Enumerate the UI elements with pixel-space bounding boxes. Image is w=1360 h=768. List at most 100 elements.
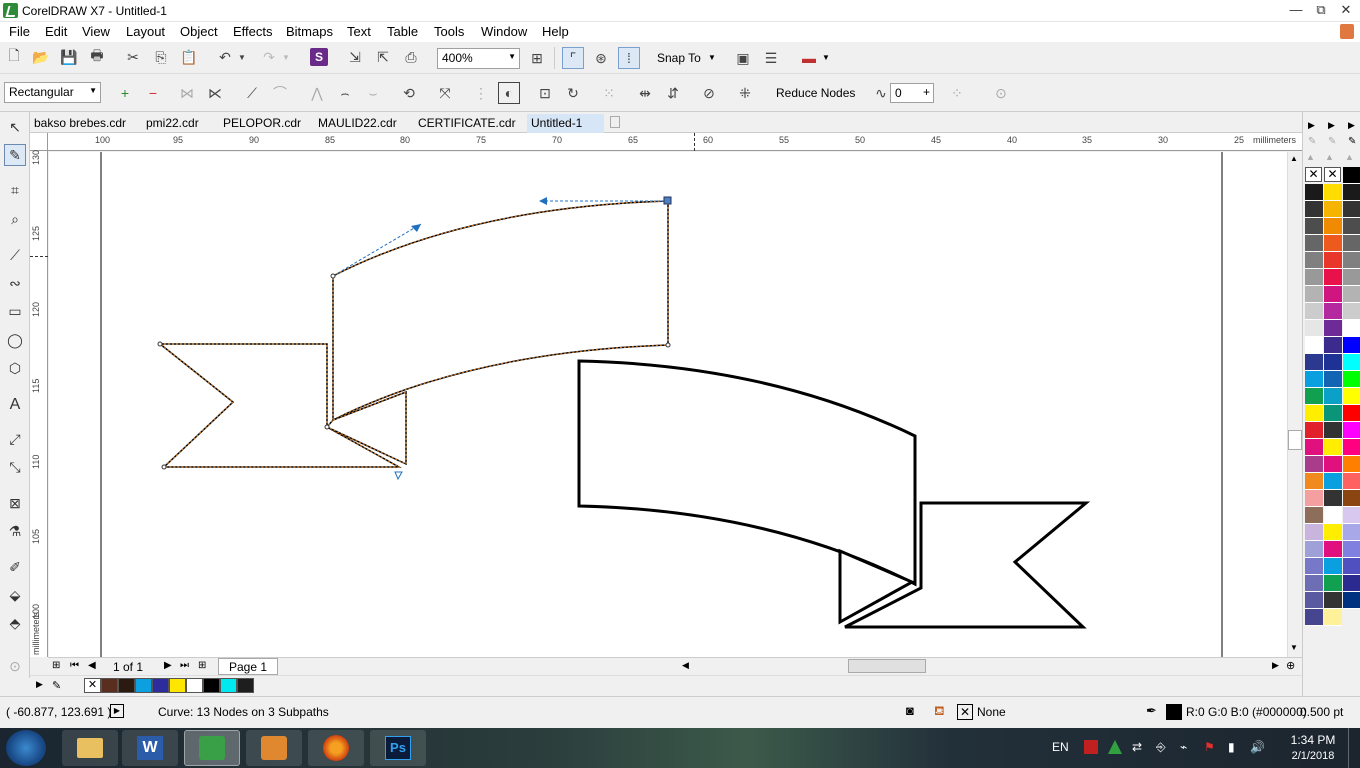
color-swatch[interactable] xyxy=(1343,507,1360,524)
color-swatch[interactable] xyxy=(1324,609,1342,626)
outline-pen-icon[interactable]: ✒ xyxy=(1146,703,1157,719)
palette-scroll-icon[interactable]: ▶ xyxy=(1308,120,1315,131)
volume-tray-icon[interactable]: 🔊 xyxy=(1250,740,1265,754)
options-icon[interactable]: ☰ xyxy=(760,47,782,69)
extend-curve-icon[interactable]: ⤧ xyxy=(434,82,456,104)
color-swatch[interactable] xyxy=(135,678,152,693)
color-swatch[interactable] xyxy=(1343,541,1360,558)
acrobat-tray-icon[interactable] xyxy=(1084,740,1098,754)
tab-maulid22[interactable]: MAULID22.cdr xyxy=(314,114,401,133)
text-tool-icon[interactable]: A xyxy=(4,394,26,416)
palette-scroll-icon[interactable]: ▶ xyxy=(1348,120,1355,131)
clock-date[interactable]: 2/1/2018 xyxy=(1284,750,1342,762)
clock-time[interactable]: 1:34 PM xyxy=(1288,733,1338,747)
node[interactable] xyxy=(324,424,330,430)
page-tab[interactable]: Page 1 xyxy=(218,658,279,675)
selection-mode-dropdown[interactable]: Rectangular ▼ xyxy=(4,82,101,103)
color-swatch[interactable] xyxy=(101,678,118,693)
menu-tools[interactable]: Tools xyxy=(434,24,464,39)
color-swatch[interactable] xyxy=(1343,490,1360,507)
color-swatch[interactable] xyxy=(1305,592,1323,609)
color-swatch[interactable] xyxy=(1305,507,1323,524)
color-swatch[interactable] xyxy=(152,678,169,693)
parallel-dimension-icon[interactable]: ⤢ xyxy=(4,428,26,450)
color-swatch[interactable] xyxy=(1343,422,1360,439)
color-swatch[interactable] xyxy=(1305,609,1323,626)
color-swatch[interactable] xyxy=(1324,218,1342,235)
corel-connect-icon[interactable]: S xyxy=(310,48,328,66)
ruler-origin[interactable] xyxy=(30,133,48,151)
menu-bitmaps[interactable]: Bitmaps xyxy=(286,24,333,39)
delete-node-icon[interactable]: − xyxy=(142,82,164,104)
crop-tool-icon[interactable]: ⌗ xyxy=(4,179,26,201)
color-swatch[interactable] xyxy=(1324,184,1342,201)
drop-shadow-icon[interactable]: ⊠ xyxy=(4,492,26,514)
start-button[interactable] xyxy=(6,730,46,766)
color-swatch[interactable] xyxy=(1324,354,1342,371)
symmetrical-node-icon[interactable]: ⌣ xyxy=(362,82,384,104)
scroll-up-icon[interactable]: ▲ xyxy=(1345,152,1354,162)
no-color-swatch[interactable]: ✕ xyxy=(1305,167,1322,182)
coreldraw-taskbar-button[interactable] xyxy=(184,730,240,766)
color-swatch[interactable] xyxy=(1305,235,1323,252)
tab-bakso-brebes[interactable]: bakso brebes.cdr xyxy=(30,114,130,133)
color-swatch[interactable] xyxy=(1305,575,1323,592)
redo-icon[interactable]: ↷ xyxy=(258,46,280,68)
scroll-left-icon[interactable]: ◀ xyxy=(682,660,689,671)
convert-to-line-icon[interactable]: ⟋ xyxy=(241,82,263,104)
palette-menu-icon[interactable]: ▶ xyxy=(36,679,43,690)
horizontal-ruler[interactable]: 100 95 90 85 80 75 70 65 60 55 50 45 40 … xyxy=(48,133,1302,151)
color-swatch[interactable] xyxy=(1343,354,1360,371)
color-swatch[interactable] xyxy=(1343,303,1360,320)
undo-dropdown-icon[interactable]: ▼ xyxy=(236,46,248,68)
full-screen-icon[interactable]: ⊞ xyxy=(526,47,548,69)
color-swatch[interactable] xyxy=(1343,286,1360,303)
menu-object[interactable]: Object xyxy=(180,24,218,39)
color-swatch[interactable] xyxy=(1324,405,1342,422)
color-swatch[interactable] xyxy=(1305,473,1323,490)
color-swatch[interactable] xyxy=(1305,405,1323,422)
last-page-icon[interactable]: ⏭ xyxy=(180,660,189,671)
color-swatch[interactable] xyxy=(1343,439,1360,456)
color-swatch[interactable] xyxy=(1305,320,1323,337)
fill-bucket-icon[interactable]: ⛾ xyxy=(934,703,945,721)
color-swatch[interactable] xyxy=(1343,592,1360,609)
zoom-tool-icon[interactable]: ⌕ xyxy=(4,208,26,230)
color-swatch[interactable] xyxy=(1324,439,1342,456)
color-swatch[interactable] xyxy=(1324,303,1342,320)
undo-icon[interactable]: ↶ xyxy=(214,46,236,68)
scroll-up-icon[interactable]: ▲ xyxy=(1290,154,1298,163)
menu-window[interactable]: Window xyxy=(481,24,527,39)
no-color-swatch[interactable]: ✕ xyxy=(84,678,101,693)
color-swatch[interactable] xyxy=(1343,456,1360,473)
ellipse-tool-icon[interactable]: ◯ xyxy=(4,329,26,351)
eyedropper-icon[interactable]: ✎ xyxy=(1348,136,1356,147)
align-nodes-icon[interactable]: ⁙ xyxy=(598,82,620,104)
color-swatch[interactable] xyxy=(1305,286,1323,303)
color-swatch[interactable] xyxy=(1343,473,1360,490)
cusp-node-icon[interactable]: ⋀ xyxy=(306,82,328,104)
outline-color-swatch[interactable] xyxy=(1166,704,1182,720)
close-curve-icon[interactable]: ◐ xyxy=(498,82,520,104)
mirror-vertical-icon[interactable]: ⇵ xyxy=(662,82,684,104)
color-swatch[interactable] xyxy=(1324,252,1342,269)
welcome-screen-icon[interactable]: ▣ xyxy=(732,47,754,69)
scroll-down-icon[interactable]: ▼ xyxy=(1290,643,1298,652)
copy-icon[interactable]: ⎘ xyxy=(150,46,172,68)
tab-pelopor[interactable]: PELOPOR.cdr xyxy=(219,114,305,133)
color-swatch[interactable] xyxy=(1305,558,1323,575)
tray-app-icon[interactable] xyxy=(1108,740,1122,754)
color-proof-icon[interactable]: ◙ xyxy=(906,703,914,718)
menu-text[interactable]: Text xyxy=(347,24,371,39)
menu-layout[interactable]: Layout xyxy=(126,24,165,39)
color-swatch[interactable] xyxy=(1324,235,1342,252)
ribbon-curve-right[interactable] xyxy=(577,359,1091,629)
color-swatch[interactable] xyxy=(1343,371,1360,388)
color-swatch[interactable] xyxy=(1324,558,1342,575)
color-swatch[interactable] xyxy=(1324,371,1342,388)
quick-customize-icon[interactable]: ⊙ xyxy=(4,655,26,677)
drawing-svg[interactable] xyxy=(49,152,1287,657)
color-swatch[interactable] xyxy=(1305,303,1323,320)
color-swatch[interactable] xyxy=(1343,184,1360,201)
eyedropper-icon[interactable]: ✎ xyxy=(1308,136,1316,147)
